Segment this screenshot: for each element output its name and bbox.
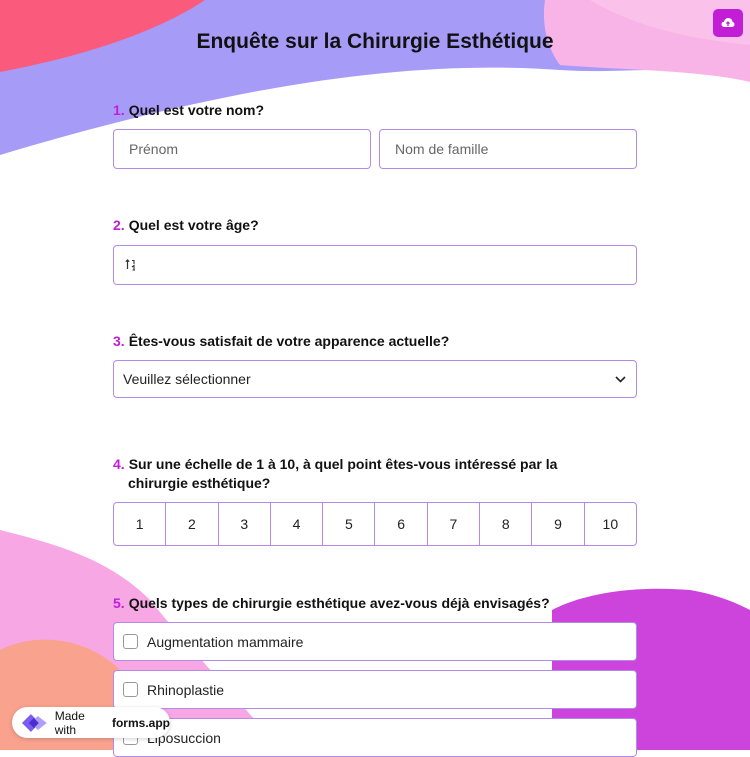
forms-app-logo-icon [21, 713, 47, 732]
checkbox-option-augmentation[interactable]: Augmentation mammaire [113, 622, 637, 661]
sort-numeric-icon [125, 259, 135, 271]
question-1: 1. Quel est votre nom? [113, 101, 264, 120]
question-number: 3. [113, 333, 125, 349]
checkbox-option-liposuccion[interactable]: Liposuccion [113, 718, 637, 757]
first-name-placeholder: Prénom [129, 141, 179, 157]
question-text: Quel est votre âge? [128, 217, 259, 233]
question-number: 2. [113, 217, 125, 233]
select-value: Veuillez sélectionner [123, 371, 251, 387]
interest-scale: 1 2 3 4 5 6 7 8 9 10 [113, 502, 637, 546]
badge-brand: forms.app [111, 715, 170, 730]
question-text: Sur une échelle de 1 à 10, à quel point … [128, 456, 558, 491]
badge-prefix: Made with [54, 708, 85, 737]
question-text: Êtes-vous satisfait de votre apparence a… [128, 333, 450, 349]
first-name-input[interactable]: Prénom [113, 129, 371, 169]
question-number: 4. [113, 456, 125, 472]
last-name-input[interactable]: Nom de famille [379, 129, 637, 169]
chevron-down-icon [615, 375, 626, 383]
scale-option-7[interactable]: 7 [428, 503, 481, 545]
age-input[interactable] [113, 245, 637, 285]
question-text: Quels types de chirurgie esthétique avez… [128, 595, 550, 611]
last-name-placeholder: Nom de famille [395, 141, 489, 157]
scale-option-3[interactable]: 3 [219, 503, 271, 545]
question-number: 1. [113, 102, 125, 118]
checkbox[interactable] [123, 634, 138, 649]
option-label: Rhinoplastie [147, 681, 225, 698]
scale-option-9[interactable]: 9 [532, 503, 585, 545]
question-3: 3. Êtes-vous satisfait de votre apparence… [113, 332, 449, 351]
upload-button[interactable] [713, 9, 743, 37]
scale-option-8[interactable]: 8 [480, 503, 533, 545]
scale-option-1[interactable]: 1 [114, 503, 167, 545]
satisfaction-select[interactable]: Veuillez sélectionner [113, 360, 637, 398]
scale-option-10[interactable]: 10 [585, 503, 636, 545]
checkbox[interactable] [123, 682, 138, 697]
scale-option-4[interactable]: 4 [271, 503, 324, 545]
checkbox-option-rhinoplastie[interactable]: Rhinoplastie [113, 670, 637, 709]
page-title: Enquête sur la Chirurgie Esthétique [196, 30, 554, 53]
question-5: 5. Quels types de chirurgie esthétique av… [113, 594, 550, 613]
scale-option-2[interactable]: 2 [166, 503, 219, 545]
cloud-upload-icon [721, 18, 735, 27]
option-label: Augmentation mammaire [147, 633, 304, 650]
question-text: Quel est votre nom? [128, 102, 265, 118]
scale-option-5[interactable]: 5 [323, 503, 376, 545]
question-2: 2. Quel est votre âge? [113, 216, 259, 235]
question-number: 5. [113, 595, 125, 611]
made-with-badge[interactable]: Made with forms.app [12, 707, 170, 738]
scale-option-6[interactable]: 6 [375, 503, 428, 545]
question-4: 4. Sur une échelle de 1 à 10, à quel poin… [113, 455, 598, 493]
